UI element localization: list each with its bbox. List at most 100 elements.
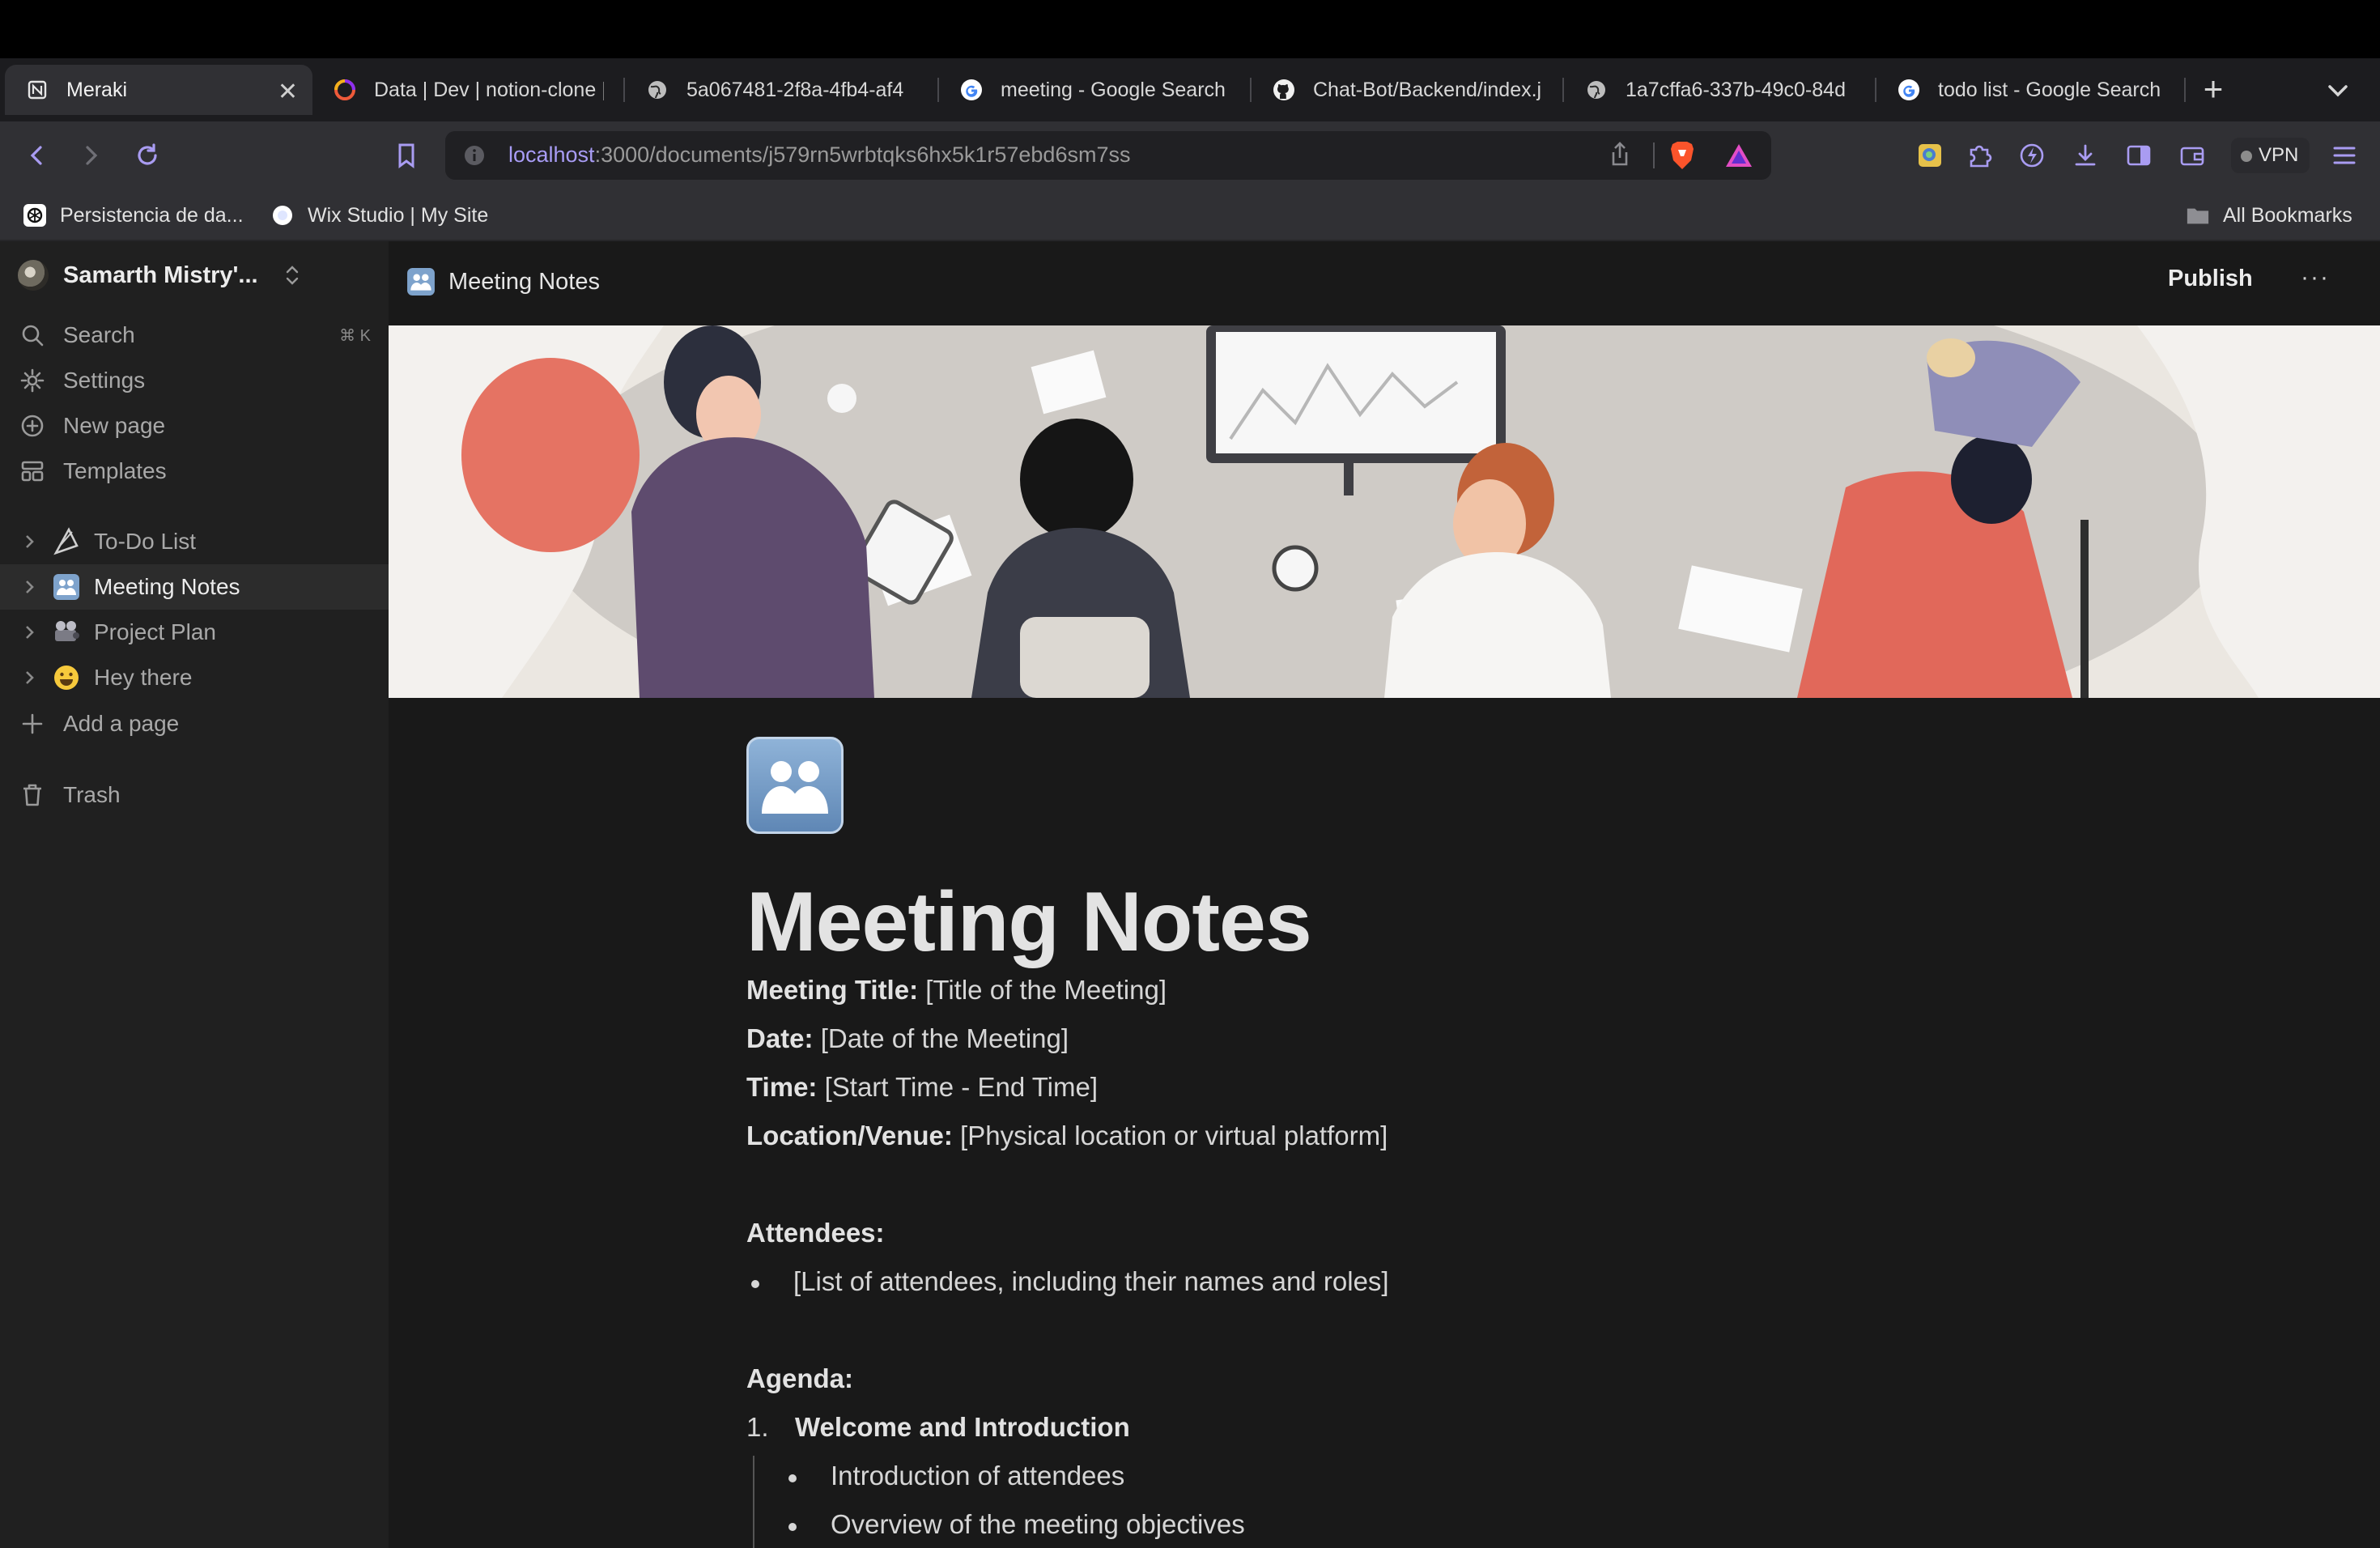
url-text: localhost:3000/documents/j579rn5wrbtqks6… (508, 142, 1130, 168)
sidebar-trash[interactable]: Trash (18, 777, 371, 813)
download-icon[interactable] (2068, 138, 2103, 173)
agenda-sub-item[interactable]: Overview of the meeting objectives (788, 1509, 1245, 1540)
people-icon (50, 571, 83, 603)
sidebar-settings[interactable]: Settings (18, 363, 371, 398)
tab-github[interactable]: Chat-Bot/Backend/index.j (1252, 65, 1559, 115)
bookmark-icon[interactable] (389, 138, 424, 173)
site-info-icon[interactable] (463, 144, 486, 167)
tab-meraki[interactable]: Meraki ✕ (5, 65, 312, 115)
search-icon (18, 321, 47, 350)
agenda-item[interactable]: Welcome and Introduction (795, 1412, 1130, 1443)
sidebar-item-meeting-notes[interactable]: Meeting Notes (0, 564, 389, 610)
tab-google-meeting[interactable]: meeting - Google Search (939, 65, 1247, 115)
search-shortcut: ⌘ K (339, 326, 371, 345)
sidebar: Samarth Mistry'... Search ⌘ K Settings N… (0, 241, 389, 1548)
gear-icon (18, 366, 47, 395)
tab-title: Meraki (66, 78, 128, 101)
bookmark-wix-studio[interactable]: Wix Studio | My Site (270, 201, 488, 230)
breadcrumb-title: Meeting Notes (448, 268, 600, 295)
sidebar-new-page[interactable]: New page (18, 408, 371, 444)
sidebar-add-page[interactable]: Add a page (18, 706, 371, 742)
reload-icon[interactable] (130, 138, 165, 173)
page-title[interactable]: Meeting Notes (746, 874, 1312, 971)
tab-list-chevron-icon[interactable] (2323, 76, 2352, 105)
chevron-right-icon[interactable] (24, 579, 40, 595)
new-tab-button[interactable]: + (2195, 71, 2231, 107)
tab-title: Data | Dev | notion-clone | (374, 78, 604, 101)
breadcrumb[interactable]: Meeting Notes (406, 267, 600, 296)
indent-guide (753, 1456, 754, 1548)
cover-image[interactable] (389, 325, 2380, 698)
smiley-icon (50, 661, 83, 694)
workspace-switcher[interactable]: Samarth Mistry'... (18, 257, 302, 293)
field-label: Location/Venue: (746, 1121, 953, 1150)
field-value: [Physical location or virtual platform] (952, 1121, 1388, 1150)
github-icon (1273, 79, 1295, 101)
url-path: :3000/documents/j579rn5wrbtqks6hx5k1r57e… (594, 142, 1131, 167)
settings-label: Settings (63, 368, 146, 393)
address-bar[interactable]: localhost:3000/documents/j579rn5wrbtqks6… (445, 131, 1771, 180)
brave-shields-icon[interactable] (1668, 139, 1697, 172)
sidebar-item-label: To-Do List (94, 529, 197, 554)
sidebar-item-label: Hey there (94, 665, 193, 690)
chevron-right-icon[interactable] (24, 534, 40, 550)
page-icon[interactable] (746, 737, 844, 834)
menu-icon[interactable] (2327, 138, 2362, 173)
bookmark-persistencia[interactable]: Persistencia de da... (23, 201, 244, 230)
google-icon (960, 79, 983, 101)
chevron-right-icon[interactable] (24, 624, 40, 640)
add-page-label: Add a page (63, 711, 180, 736)
all-bookmarks[interactable]: All Bookmarks (2186, 201, 2352, 230)
people-icon (762, 761, 828, 814)
folder-icon (2186, 203, 2210, 228)
field-date[interactable]: Date: [Date of the Meeting] (746, 1023, 1069, 1054)
extension-lens-icon[interactable] (1912, 138, 1948, 173)
sidebar-item-to-do-list[interactable]: To-Do List (0, 519, 389, 564)
new-page-label: New page (63, 413, 166, 438)
bookmarks-bar: Persistencia de da... Wix Studio | My Si… (0, 189, 2380, 241)
field-label: Date: (746, 1023, 814, 1053)
field-value: [Start Time - End Time] (817, 1072, 1099, 1102)
extensions-puzzle-icon[interactable] (1962, 138, 1998, 173)
sidebar-item-hey-there[interactable]: Hey there (0, 655, 389, 700)
publish-button[interactable]: Publish (2168, 266, 2253, 292)
wallet-icon[interactable] (2174, 138, 2210, 173)
agenda-item-text: Welcome and Introduction (795, 1412, 1130, 1442)
tab-uuid-2[interactable]: 1a7cffa6-337b-49c0-84d (1564, 65, 1872, 115)
globe-icon (1585, 79, 1608, 101)
tab-google-todo[interactable]: todo list - Google Search (1876, 65, 2184, 115)
forward-icon[interactable] (73, 138, 108, 173)
field-label: Time: (746, 1072, 818, 1102)
sidebar-templates[interactable]: Templates (18, 453, 371, 489)
agenda-sub-item[interactable]: Introduction of attendees (788, 1461, 1124, 1491)
window-top-strip (0, 0, 2380, 58)
bookmark-label: Wix Studio | My Site (308, 203, 489, 227)
agenda-heading[interactable]: Agenda: (746, 1363, 853, 1394)
chevron-right-icon[interactable] (24, 670, 40, 686)
share-icon[interactable] (1608, 141, 1632, 168)
attendees-heading[interactable]: Attendees: (746, 1218, 885, 1248)
back-icon[interactable] (19, 138, 55, 173)
tab-convex[interactable]: Data | Dev | notion-clone | (312, 65, 620, 115)
tab-uuid-1[interactable]: 5a067481-2f8a-4fb4-af4 (625, 65, 933, 115)
trash-label: Trash (63, 782, 121, 807)
sidebar-search[interactable]: Search ⌘ K (18, 317, 371, 353)
brave-rewards-icon[interactable] (1724, 142, 1753, 168)
field-time[interactable]: Time: [Start Time - End Time] (746, 1072, 1098, 1103)
vpn-button[interactable]: VPN (2231, 138, 2310, 173)
sidebar-toggle-icon[interactable] (2121, 138, 2157, 173)
trash-icon (18, 780, 47, 810)
openai-icon (23, 203, 47, 228)
tab-title: 1a7cffa6-337b-49c0-84d (1626, 78, 1846, 101)
tab-divider (2184, 78, 2186, 102)
sidebar-item-project-plan[interactable]: Project Plan (0, 610, 389, 655)
close-tab-icon[interactable]: ✕ (278, 78, 298, 106)
more-options-button[interactable]: ··· (2301, 264, 2330, 291)
speedreader-icon[interactable] (2014, 138, 2050, 173)
field-meeting-title[interactable]: Meeting Title: [Title of the Meeting] (746, 975, 1167, 1006)
attendees-list-item[interactable]: [List of attendees, including their name… (751, 1266, 1389, 1297)
convex-icon (334, 79, 356, 101)
search-label: Search (63, 322, 135, 347)
field-location[interactable]: Location/Venue: [Physical location or vi… (746, 1121, 1388, 1151)
avatar (18, 260, 49, 291)
